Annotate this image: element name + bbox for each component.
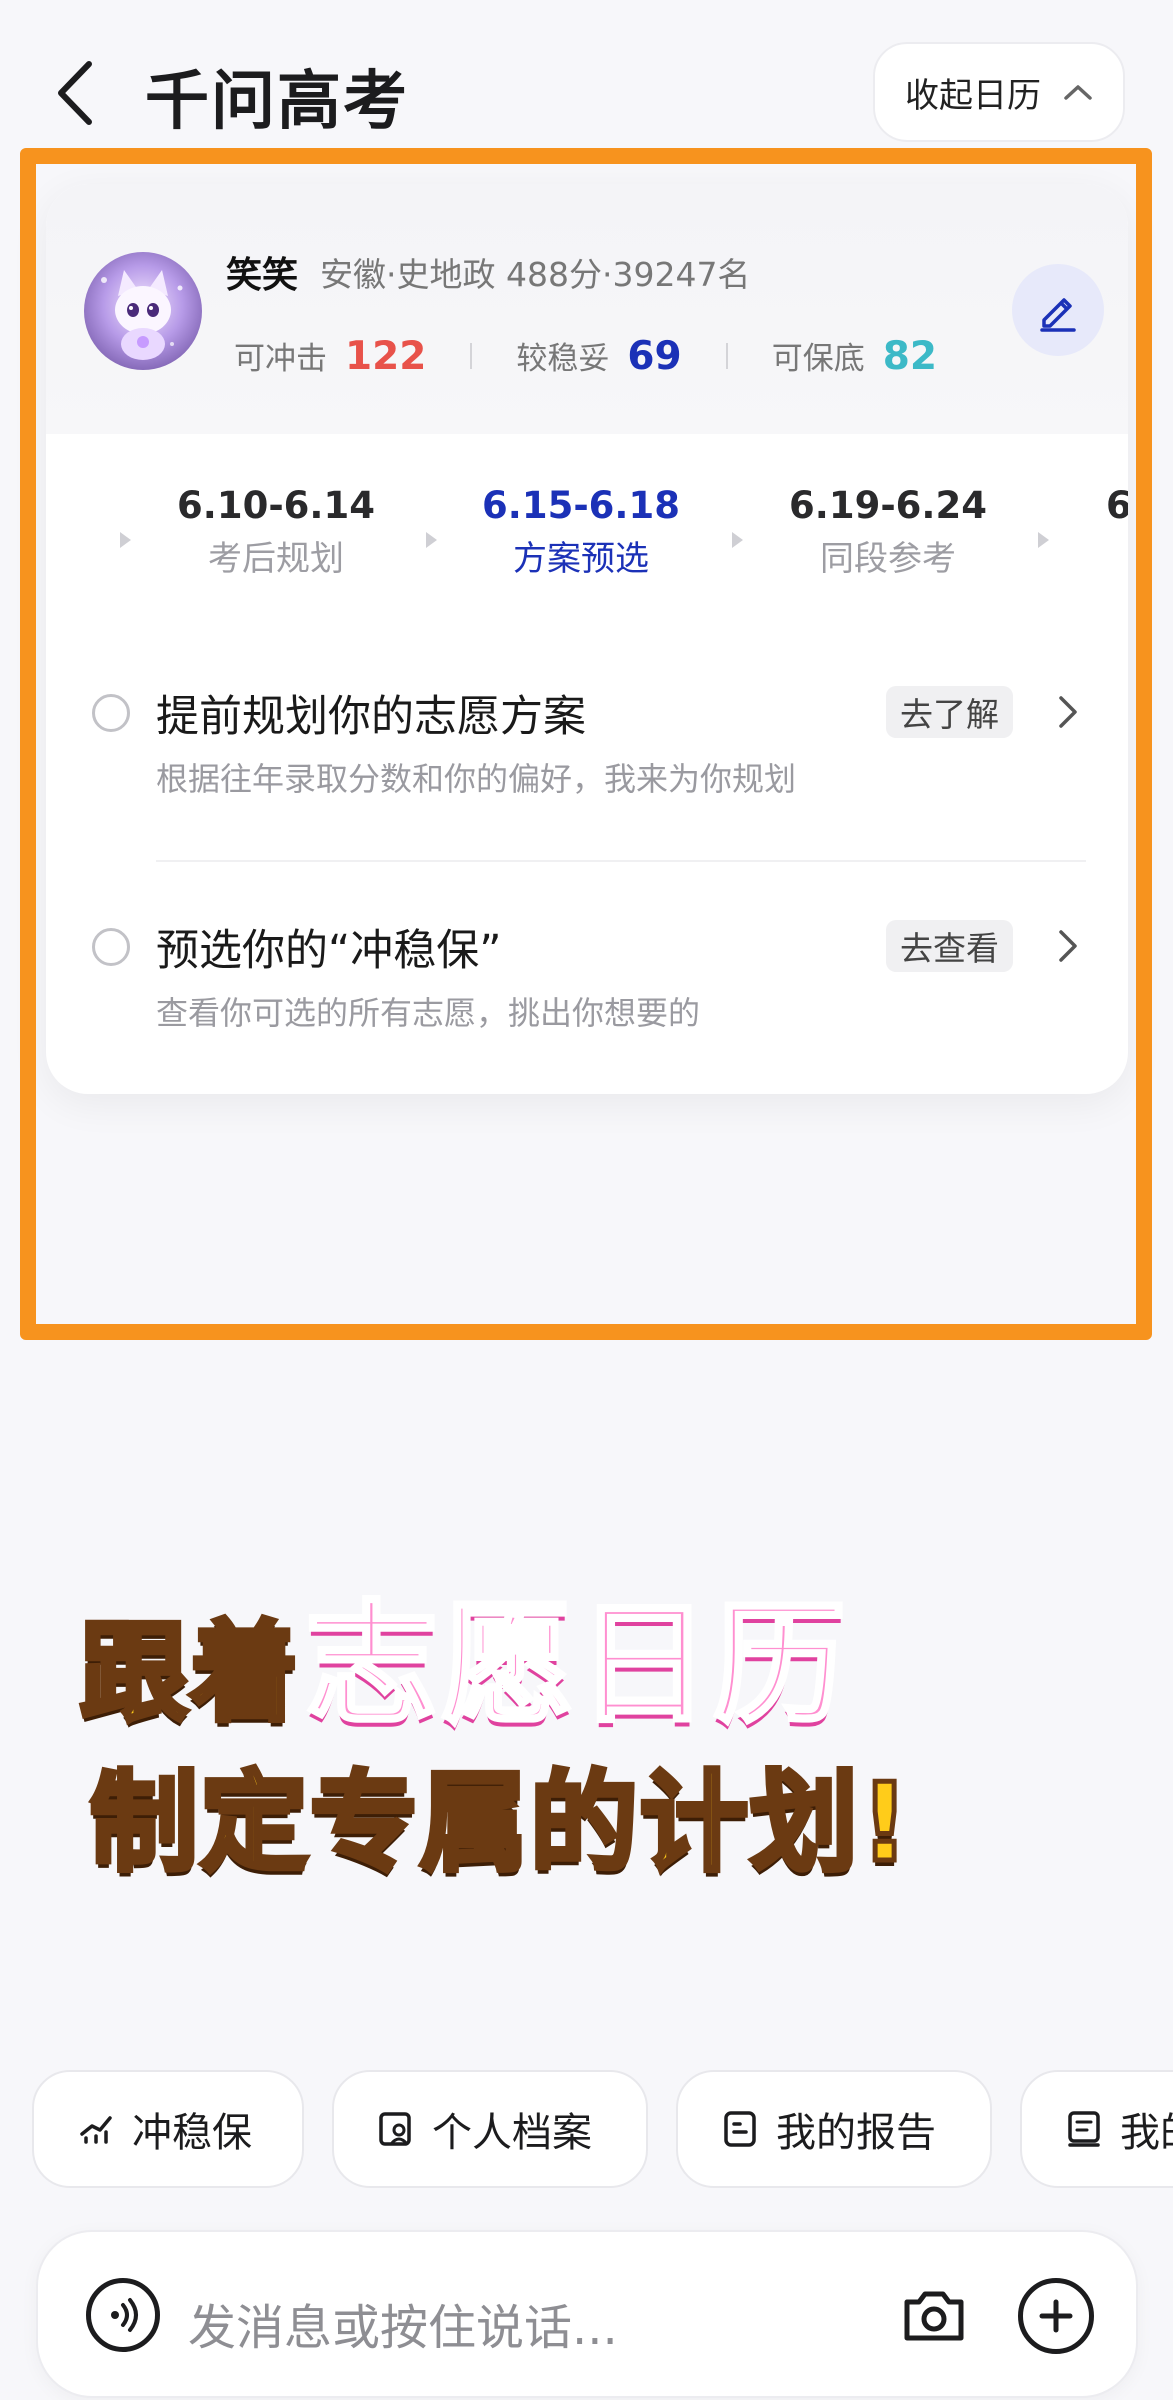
task-checkbox[interactable] (92, 928, 130, 966)
task-preselect[interactable]: 预选你的“冲稳保” 查看你可选的所有志愿，挑出你想要的 去查看 (46, 908, 1128, 1058)
timeline-date: 6.19-6.24 (789, 484, 987, 527)
calendar-timeline: 6.10-6.14 考后规划 6.15-6.18 方案预选 6.19-6.24 … (46, 484, 1128, 604)
timeline-date: 6.10-6.14 (177, 484, 375, 527)
chip-my-report[interactable]: 我的报告 (676, 2070, 992, 2188)
timeline-step-reference[interactable]: 6.19-6.24 同段参考 (758, 484, 1018, 580)
task-title: 提前规划你的志愿方案 (156, 692, 586, 742)
promo-text-calendar: 志愿日历 (304, 1586, 850, 1744)
stat-match[interactable]: 较稳妥 69 (516, 333, 681, 379)
profile-section: 笑笑 安徽·史地政 488分·39247名 可冲击 122 较稳妥 69 可保底… (46, 184, 1128, 434)
timeline-date: 6.15-6.18 (482, 484, 680, 527)
report-icon (720, 2109, 760, 2149)
back-button[interactable] (55, 58, 115, 128)
stat-label: 可冲击 (234, 341, 327, 377)
stat-value: 122 (345, 334, 427, 379)
page-title: 千问高考 (145, 65, 409, 139)
task-description: 查看你可选的所有志愿，挑出你想要的 (156, 994, 701, 1032)
profile-card-icon (376, 2109, 416, 2149)
chevron-up-icon (1064, 85, 1092, 100)
task-title: 预选你的“冲稳保” (156, 926, 502, 976)
collapse-calendar-button[interactable]: 收起日历 (873, 42, 1125, 142)
timeline-label: 考后规划 (208, 539, 344, 579)
view-button[interactable]: 去查看 (886, 920, 1013, 972)
chip-personal-profile[interactable]: 个人档案 (332, 2070, 648, 2188)
stat-label: 较稳妥 (516, 341, 610, 377)
divider (156, 860, 1086, 862)
timeline-step-preselect[interactable]: 6.15-6.18 方案预选 (451, 484, 711, 580)
timeline-label: 方案预选 (513, 539, 649, 579)
message-input[interactable]: 发消息或按住说话... (188, 2288, 618, 2358)
task-plan-scheme[interactable]: 提前规划你的志愿方案 根据往年录取分数和你的偏好，我来为你规划 去了解 (46, 674, 1128, 824)
timeline-arrow-icon (426, 532, 437, 548)
chip-label: 我的报告 (776, 2110, 936, 2156)
timeline-arrow-icon (1038, 532, 1049, 548)
timeline-label: 同段参考 (820, 539, 956, 579)
user-exam-info: 安徽·史地政 488分·39247名 (320, 255, 751, 294)
cat-avatar-icon (101, 270, 183, 360)
add-button[interactable] (1018, 2278, 1094, 2354)
quick-actions: 冲稳保 个人档案 我的报告 我 (32, 2070, 1173, 2190)
learn-more-button[interactable]: 去了解 (886, 686, 1013, 738)
pencil-icon (1040, 298, 1076, 332)
avatar[interactable] (84, 252, 202, 370)
promo-text-plan: 制定专属的计划! (87, 1759, 912, 1889)
camera-button[interactable] (896, 2278, 972, 2354)
chevron-right-icon[interactable] (1048, 690, 1088, 734)
promo-line-1: 跟着 志愿日历 (77, 1558, 850, 1749)
timeline-step-after-exam[interactable]: 6.10-6.14 考后规划 (146, 484, 406, 580)
chip-label: 个人档案 (432, 2110, 592, 2156)
promo-banner: 跟着 志愿日历 制定专属的计划! (77, 1558, 1120, 1898)
stat-safety[interactable]: 可保底 82 (772, 333, 937, 379)
sound-wave-icon (111, 2298, 138, 2332)
stat-value: 69 (627, 334, 682, 379)
task-checkbox[interactable] (92, 694, 130, 732)
chart-icon (76, 2109, 116, 2149)
chip-label: 冲稳保 (132, 2110, 252, 2156)
collapse-calendar-label: 收起日历 (905, 75, 1041, 116)
chip-reach-match-safety[interactable]: 冲稳保 (32, 2070, 304, 2188)
stat-label: 可保底 (771, 341, 865, 377)
stat-reach[interactable]: 可冲击 122 (234, 333, 426, 379)
timeline-step-next[interactable]: 6 (1106, 484, 1128, 527)
divider (725, 343, 728, 369)
admission-stats: 可冲击 122 较稳妥 69 可保底 82 (234, 326, 937, 386)
divider (470, 343, 473, 369)
edit-profile-button[interactable] (1012, 264, 1104, 356)
volunteer-calendar-card: 笑笑 安徽·史地政 488分·39247名 可冲击 122 较稳妥 69 可保底… (46, 184, 1128, 1094)
chevron-right-icon[interactable] (1048, 924, 1088, 968)
voice-button[interactable] (86, 2278, 160, 2352)
timeline-date: 6 (1106, 484, 1128, 527)
timeline-arrow-icon (120, 532, 131, 548)
promo-text-follow: 跟着 (77, 1609, 301, 1739)
chip-my-documents[interactable]: 我的 (1020, 2070, 1173, 2188)
user-name: 笑笑 (226, 255, 299, 296)
timeline-arrow-icon (732, 532, 743, 548)
stat-value: 82 (882, 334, 937, 379)
document-icon (1064, 2109, 1104, 2149)
chevron-left-icon (58, 61, 92, 125)
message-input-bar: 发消息或按住说话... (36, 2230, 1138, 2398)
camera-icon (904, 2291, 964, 2341)
promo-line-2: 制定专属的计划! (87, 1736, 912, 1892)
task-description: 根据往年录取分数和你的偏好，我来为你规划 (156, 760, 797, 798)
chip-label: 我的 (1120, 2110, 1173, 2156)
plus-icon (1039, 2299, 1073, 2333)
header: 千问高考 收起日历 (0, 0, 1173, 150)
